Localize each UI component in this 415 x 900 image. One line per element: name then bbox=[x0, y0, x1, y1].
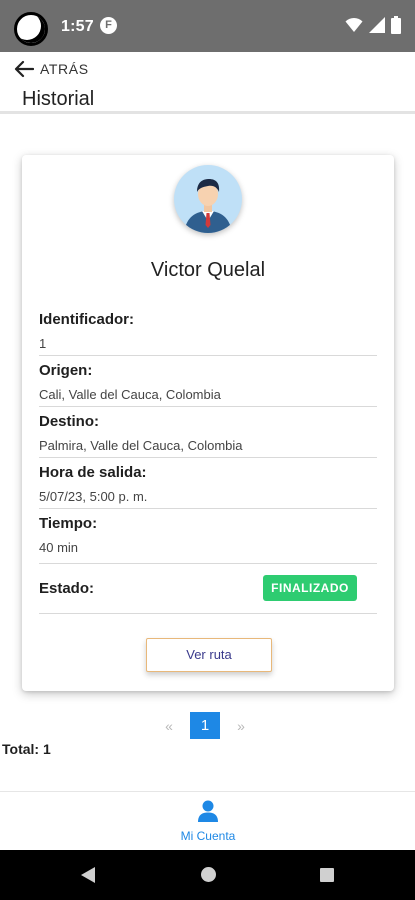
app-screen: 1:57 F ATRÁS Historial Victor Quelal Ide… bbox=[0, 0, 415, 900]
arrow-left-icon bbox=[14, 60, 34, 78]
field-value: Palmira, Valle del Cauca, Colombia bbox=[39, 438, 243, 453]
status-icons bbox=[345, 16, 401, 34]
signal-icon bbox=[369, 17, 385, 33]
system-back-icon[interactable] bbox=[80, 866, 96, 884]
system-home-icon[interactable] bbox=[201, 867, 216, 882]
status-badge: FINALIZADO bbox=[263, 575, 357, 601]
field-estado: Estado: FINALIZADO bbox=[39, 564, 377, 614]
page-1-button[interactable]: 1 bbox=[190, 712, 220, 739]
notification-icon: F bbox=[100, 17, 117, 34]
person-icon bbox=[198, 800, 218, 822]
field-origen: Origen: Cali, Valle del Cauca, Colombia bbox=[39, 356, 377, 407]
field-label: Origen: bbox=[39, 362, 93, 379]
field-value: Cali, Valle del Cauca, Colombia bbox=[39, 387, 221, 402]
field-label: Identificador: bbox=[39, 311, 135, 328]
total-count: Total: 1 bbox=[2, 741, 51, 757]
avatar bbox=[174, 165, 242, 233]
system-recents-icon[interactable] bbox=[320, 868, 334, 882]
prev-page-button[interactable]: « bbox=[160, 718, 178, 734]
back-label: ATRÁS bbox=[40, 61, 89, 77]
field-identificador: Identificador: 1 bbox=[39, 305, 377, 356]
back-button[interactable]: ATRÁS bbox=[14, 60, 89, 78]
field-destino: Destino: Palmira, Valle del Cauca, Colom… bbox=[39, 407, 377, 458]
trip-card: Victor Quelal Identificador: 1 Origen: C… bbox=[22, 155, 394, 691]
bottom-nav: Mi Cuenta bbox=[0, 791, 415, 850]
field-tiempo: Tiempo: 40 min bbox=[39, 509, 377, 564]
next-page-button[interactable]: » bbox=[232, 718, 250, 734]
user-avatar-icon bbox=[184, 179, 232, 233]
camera-cutout bbox=[14, 12, 48, 46]
system-nav-bar bbox=[0, 850, 415, 900]
status-bar: 1:57 F bbox=[0, 0, 415, 52]
field-value: 5/07/23, 5:00 p. m. bbox=[39, 489, 148, 504]
user-name: Victor Quelal bbox=[150, 259, 266, 281]
status-time: 1:57 bbox=[61, 18, 94, 35]
page-title: Historial bbox=[22, 88, 95, 110]
field-hora-salida: Hora de salida: 5/07/23, 5:00 p. m. bbox=[39, 458, 377, 509]
field-value: 40 min bbox=[39, 540, 79, 555]
nav-item-mi-cuenta[interactable]: Mi Cuenta bbox=[160, 800, 256, 843]
battery-icon bbox=[391, 16, 401, 34]
field-label: Tiempo: bbox=[39, 515, 98, 532]
field-label: Destino: bbox=[39, 413, 99, 430]
pagination: « 1 » bbox=[160, 712, 250, 739]
app-header: ATRÁS Historial bbox=[0, 52, 415, 114]
wifi-icon bbox=[345, 17, 363, 32]
estado-label: Estado: bbox=[39, 580, 95, 597]
field-value: 1 bbox=[39, 336, 47, 351]
field-label: Hora de salida: bbox=[39, 464, 147, 481]
view-route-button[interactable]: Ver ruta bbox=[146, 638, 272, 672]
nav-item-label: Mi Cuenta bbox=[180, 829, 236, 843]
